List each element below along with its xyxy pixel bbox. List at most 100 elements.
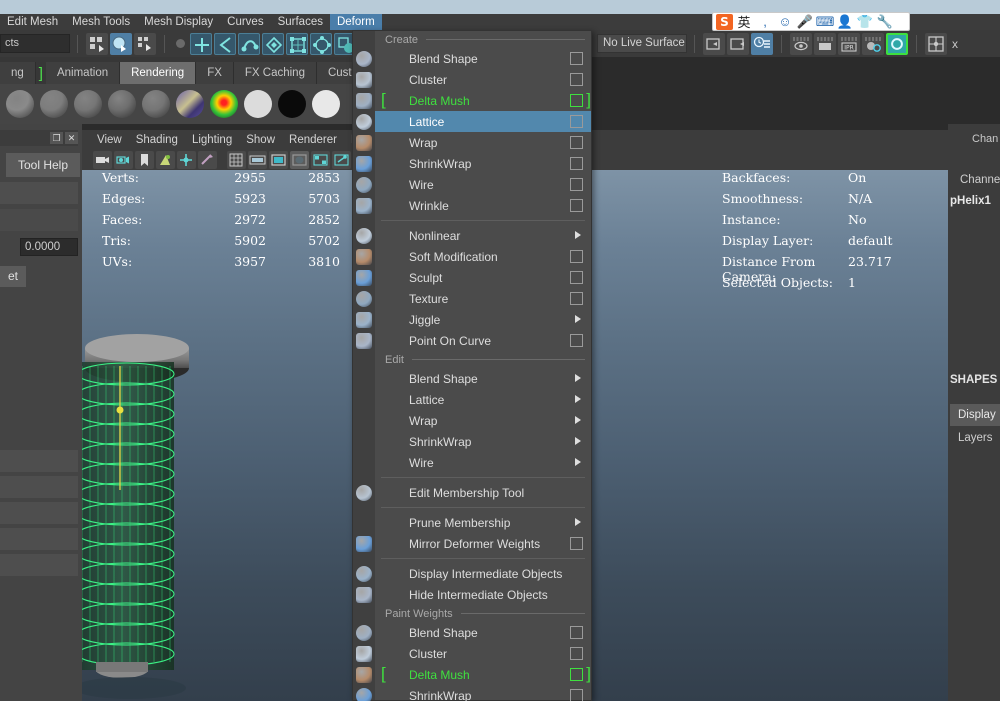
render-settings-icon[interactable] bbox=[751, 32, 773, 55]
option-box-icon[interactable] bbox=[570, 136, 583, 149]
menu-item-jiggle[interactable]: Jiggle bbox=[375, 309, 591, 330]
menu-item-lattice[interactable]: Lattice bbox=[375, 389, 591, 410]
option-box-icon[interactable] bbox=[570, 626, 583, 639]
menu-item-hide-intermediate-objects[interactable]: Hide Intermediate Objects bbox=[375, 584, 591, 605]
viewport-menu-shading[interactable]: Shading bbox=[129, 134, 185, 146]
smooth-icon[interactable] bbox=[310, 32, 332, 55]
select-by-component-type-icon[interactable] bbox=[134, 32, 156, 55]
menu-item-edit-membership-tool[interactable]: Edit Membership Tool bbox=[375, 482, 591, 503]
ipr-render-icon[interactable]: IPR bbox=[838, 32, 860, 55]
shelf-tab-fx-caching[interactable]: FX Caching bbox=[233, 62, 317, 84]
menu-item-delta-mush[interactable]: [] Delta Mush bbox=[375, 664, 591, 685]
layered-shader-swatch[interactable] bbox=[176, 90, 204, 118]
bridge-icon[interactable] bbox=[238, 32, 260, 55]
option-box-icon[interactable] bbox=[570, 689, 583, 701]
add-divisions-icon[interactable] bbox=[190, 32, 212, 55]
option-box-icon[interactable] bbox=[570, 334, 583, 347]
menu-item-wrap[interactable]: Wrap bbox=[375, 132, 591, 153]
numeric-input-field[interactable]: 0.0000 bbox=[20, 238, 78, 256]
sogou-logo-icon[interactable]: S bbox=[716, 13, 733, 30]
menu-item-mirror-deformer-weights[interactable]: Mirror Deformer Weights bbox=[375, 533, 591, 554]
film-gate-icon[interactable] bbox=[248, 151, 267, 169]
channel-box-object-name[interactable]: pHelix1 bbox=[950, 195, 991, 207]
render-current-frame-icon[interactable] bbox=[727, 32, 749, 55]
option-box-icon[interactable] bbox=[570, 115, 583, 128]
option-box-icon[interactable] bbox=[570, 178, 583, 191]
shading-map-swatch[interactable] bbox=[312, 90, 340, 118]
lambert-material-swatch[interactable] bbox=[6, 90, 34, 118]
shelf-tab-animation[interactable]: Animation bbox=[45, 62, 121, 84]
tab-display[interactable]: Display bbox=[950, 404, 1000, 426]
restore-icon[interactable]: ❐ bbox=[50, 132, 63, 144]
open-render-view-icon[interactable] bbox=[703, 32, 725, 55]
shelf-tab-ng[interactable]: ng bbox=[0, 62, 36, 84]
camera-icon[interactable] bbox=[93, 151, 112, 169]
xray-joints-icon[interactable] bbox=[332, 151, 351, 169]
lattice-icon[interactable] bbox=[286, 32, 308, 55]
grid-icon[interactable] bbox=[227, 151, 246, 169]
ime-mode-label[interactable]: 英 bbox=[733, 12, 755, 31]
bookmark-icon[interactable] bbox=[135, 151, 154, 169]
live-surface-field[interactable]: No Live Surface bbox=[597, 34, 687, 53]
camera-attributes-icon[interactable] bbox=[114, 151, 133, 169]
menu-item-cluster[interactable]: Cluster bbox=[375, 69, 591, 90]
option-box-icon[interactable] bbox=[570, 199, 583, 212]
skin-icon[interactable]: 👕 bbox=[855, 14, 875, 30]
menu-item-wire[interactable]: Wire bbox=[375, 452, 591, 473]
menu-item-shrinkwrap[interactable]: ShrinkWrap bbox=[375, 431, 591, 452]
menu-item-blend-shape[interactable]: Blend Shape bbox=[375, 622, 591, 643]
viewport-menu-show[interactable]: Show bbox=[239, 134, 282, 146]
toolbox-icon[interactable]: 🔧 bbox=[875, 14, 895, 30]
menu-item-point-on-curve[interactable]: Point On Curve bbox=[375, 330, 591, 351]
shelf-tab-rendering[interactable]: Rendering bbox=[120, 62, 197, 84]
phong-material-swatch[interactable] bbox=[74, 90, 102, 118]
option-box-icon[interactable] bbox=[570, 73, 583, 86]
menu-item-nonlinear[interactable]: Nonlinear bbox=[375, 225, 591, 246]
tool-help-button[interactable]: Tool Help bbox=[6, 153, 80, 177]
option-box-icon[interactable] bbox=[570, 52, 583, 65]
menu-item-shrinkwrap[interactable]: ShrinkWrap bbox=[375, 685, 591, 701]
option-box-icon[interactable] bbox=[570, 537, 583, 550]
bevel-icon[interactable] bbox=[214, 32, 236, 55]
option-box-icon[interactable] bbox=[570, 250, 583, 263]
reset-button[interactable]: et bbox=[0, 266, 26, 287]
display-render-icon[interactable] bbox=[790, 32, 812, 55]
anisotropic-material-swatch[interactable] bbox=[142, 90, 170, 118]
menu-item-wrap[interactable]: Wrap bbox=[375, 410, 591, 431]
menu-item-sculpt[interactable]: Sculpt bbox=[375, 267, 591, 288]
shadows-icon[interactable] bbox=[198, 151, 217, 169]
image-plane-icon[interactable] bbox=[156, 151, 175, 169]
option-box-icon[interactable] bbox=[570, 271, 583, 284]
tab-layers[interactable]: Layers bbox=[950, 427, 1000, 449]
punctuation-icon[interactable]: , bbox=[755, 14, 775, 29]
resolution-gate-icon[interactable] bbox=[269, 151, 288, 169]
use-background-swatch[interactable] bbox=[278, 90, 306, 118]
menu-item-delta-mush[interactable]: [] Delta Mush bbox=[375, 90, 591, 111]
blinn-material-swatch[interactable] bbox=[40, 90, 68, 118]
menu-item-lattice[interactable]: Lattice bbox=[375, 111, 591, 132]
menu-item-prune-membership[interactable]: Prune Membership bbox=[375, 512, 591, 533]
viewport-menu-view[interactable]: View bbox=[90, 134, 129, 146]
viewport-menu-renderer[interactable]: Renderer bbox=[282, 134, 344, 146]
select-by-object-type-icon[interactable] bbox=[110, 32, 132, 55]
menu-item-shrinkwrap[interactable]: ShrinkWrap bbox=[375, 153, 591, 174]
close-icon[interactable]: ✕ bbox=[65, 132, 78, 144]
menu-item-curves[interactable]: Curves bbox=[220, 14, 270, 30]
menu-item-wrinkle[interactable]: Wrinkle bbox=[375, 195, 591, 216]
menu-tearoff-dot-icon[interactable] bbox=[176, 39, 185, 48]
gate-mask-icon[interactable] bbox=[290, 151, 309, 169]
menu-item-edit-mesh[interactable]: Edit Mesh bbox=[0, 14, 65, 30]
menu-item-blend-shape[interactable]: Blend Shape bbox=[375, 368, 591, 389]
phong-e-material-swatch[interactable] bbox=[108, 90, 136, 118]
emoji-icon[interactable]: ☺ bbox=[775, 14, 795, 29]
menu-item-cluster[interactable]: Cluster bbox=[375, 643, 591, 664]
xray-icon[interactable] bbox=[311, 151, 330, 169]
menu-item-texture[interactable]: Texture bbox=[375, 288, 591, 309]
shelf-tab-fx[interactable]: FX bbox=[196, 62, 234, 84]
voice-input-icon[interactable]: 🎤 bbox=[795, 14, 815, 30]
layout-icon[interactable] bbox=[925, 32, 947, 55]
menu-item-blend-shape[interactable]: Blend Shape bbox=[375, 48, 591, 69]
ramp-shader-swatch[interactable] bbox=[210, 90, 238, 118]
option-box-icon[interactable] bbox=[570, 157, 583, 170]
viewport-menu-lighting[interactable]: Lighting bbox=[185, 134, 239, 146]
